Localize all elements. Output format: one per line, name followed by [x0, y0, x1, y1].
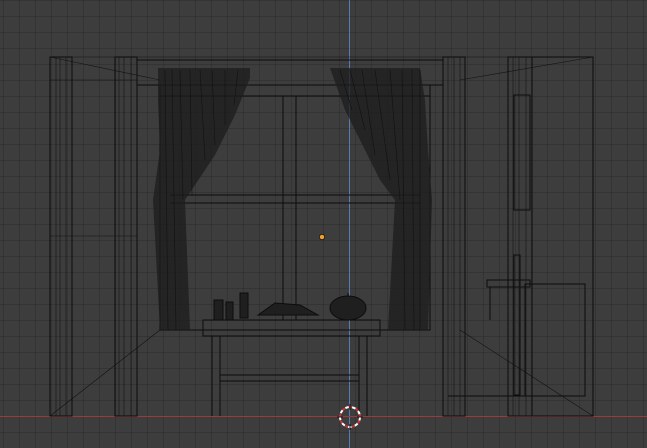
right-curtain [330, 68, 432, 331]
left-curtain [153, 68, 250, 331]
origin-dot-icon [319, 234, 325, 240]
door [513, 94, 531, 396]
left-wall-columns [49, 56, 138, 417]
table [202, 319, 381, 416]
stove-chair [448, 279, 586, 397]
3d-viewport[interactable] [0, 0, 647, 448]
kettle [329, 293, 367, 321]
table-items [213, 292, 320, 321]
right-wall-columns [442, 56, 594, 417]
scene-wireframe [49, 56, 594, 430]
